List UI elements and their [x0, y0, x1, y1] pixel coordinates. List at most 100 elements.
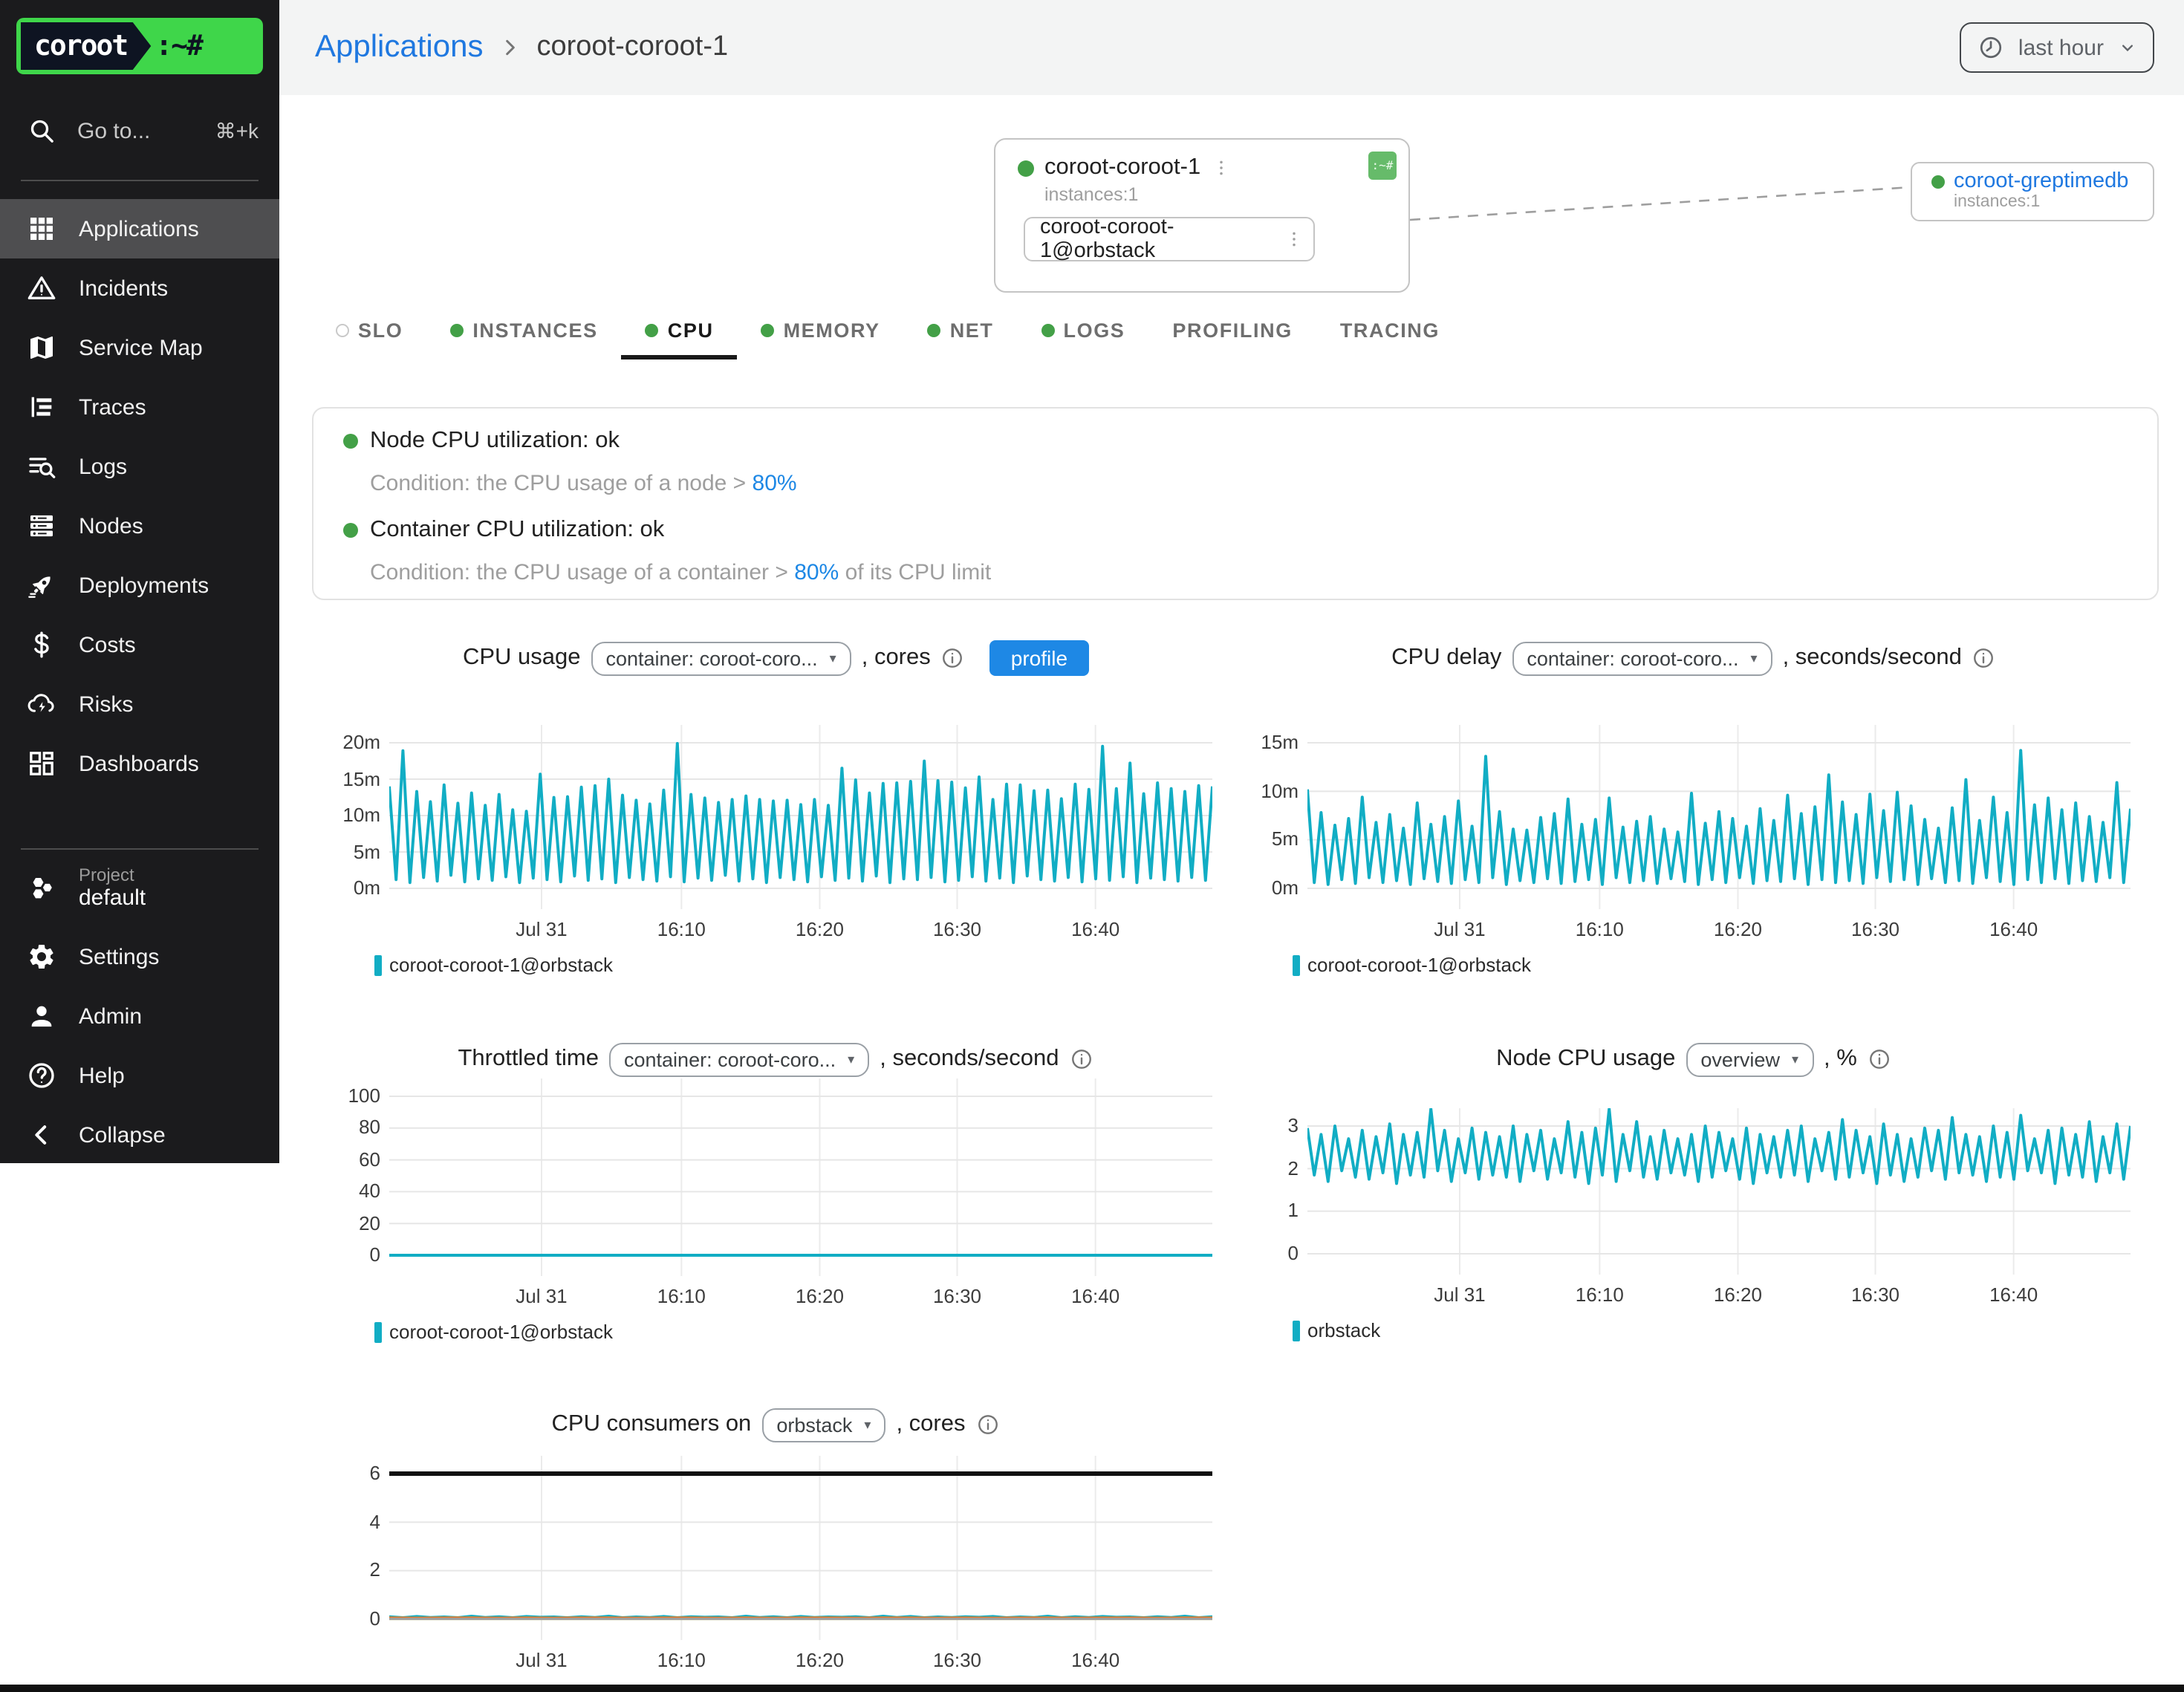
sidebar-item-help[interactable]: Help: [0, 1046, 279, 1105]
chart-select[interactable]: orbstack▾: [761, 1408, 885, 1442]
y-tick-label: 100: [348, 1084, 380, 1108]
condition-text: of its CPU limit: [839, 560, 991, 585]
condition-threshold[interactable]: 80%: [753, 471, 797, 496]
sidebar-item-settings[interactable]: Settings: [0, 927, 279, 986]
check-title-row: Container CPU utilization: ok: [343, 517, 2128, 544]
chart-header: CPU consumers onorbstack▾, cores: [339, 1405, 1212, 1444]
chart-legend: orbstack: [1293, 1319, 2131, 1341]
info-icon[interactable]: [1070, 1047, 1093, 1071]
tab-net[interactable]: NET: [904, 303, 1018, 357]
profile-button[interactable]: profile: [990, 640, 1088, 676]
status-dot: [1931, 175, 1945, 188]
dollar-icon: [27, 630, 56, 660]
status-dot: [343, 523, 358, 538]
instance-name: coroot-coroot-1@orbstack: [1040, 215, 1278, 263]
time-range-selector[interactable]: last hour: [1960, 22, 2154, 73]
project-name: default: [79, 885, 146, 912]
breadcrumb-applications[interactable]: Applications: [315, 30, 483, 65]
sidebar-item-service-map[interactable]: Service Map: [0, 318, 279, 377]
tab-slo[interactable]: SLO: [312, 303, 426, 357]
chart-canvas: [389, 1456, 1212, 1640]
chart-plot-area: 0246: [339, 1456, 1212, 1640]
sidebar-menu: ApplicationsIncidentsService MapTraces Lo…: [0, 199, 279, 793]
sidebar-item-admin[interactable]: Admin: [0, 986, 279, 1046]
dashboard-icon: [27, 749, 56, 778]
x-axis-labels: Jul 3116:1016:2016:3016:40: [389, 1649, 1212, 1673]
chart-throttled-time: Throttled timecontainer: coroot-coro...▾…: [339, 1040, 1212, 1343]
chart-legend: coroot-coroot-1@orbstack: [374, 954, 1212, 976]
alert-triangle-icon: [27, 273, 56, 303]
sidebar-item-costs[interactable]: Costs: [0, 615, 279, 674]
info-icon[interactable]: [975, 1413, 999, 1436]
chart-header: CPU delaycontainer: coroot-coro...▾, sec…: [1257, 639, 2131, 677]
check-condition: Condition: the CPU usage of a container …: [370, 560, 2128, 587]
chart-plot-area: 0m5m10m15m: [1257, 725, 2131, 909]
x-tick-label: 16:20: [1686, 918, 1790, 940]
chart-unit: , %: [1824, 1046, 1857, 1073]
sidebar: coroot :~# Go to... ⌘+k ApplicationsInci…: [0, 0, 279, 1163]
chart-line-coroot-coroot-1-orbstack: [389, 743, 1212, 882]
sidebar-item-logs[interactable]: Logs: [0, 437, 279, 496]
legend-item: coroot-coroot-1@orbstack: [374, 1321, 613, 1343]
x-axis-labels: Jul 3116:1016:2016:3016:40: [389, 1285, 1212, 1309]
peer-name[interactable]: coroot-greptimedb: [1954, 169, 2128, 193]
chart-header: Node CPU usageoverview▾, %: [1257, 1040, 2131, 1078]
kebab-menu-icon[interactable]: [1211, 157, 1232, 178]
info-icon[interactable]: [1972, 646, 1996, 670]
y-tick-label: 40: [359, 1179, 380, 1203]
sidebar-item-traces[interactable]: Traces: [0, 377, 279, 437]
sidebar-item-incidents[interactable]: Incidents: [0, 258, 279, 318]
sidebar-item-risks[interactable]: Risks: [0, 674, 279, 734]
status-dot: [928, 323, 941, 336]
y-tick-label: 5m: [1272, 828, 1299, 852]
kebab-menu-icon[interactable]: [1284, 229, 1304, 250]
legend-color: [374, 1321, 382, 1342]
x-tick-label: 16:40: [1962, 918, 2066, 940]
chart-plot-area: 020406080100: [339, 1078, 1212, 1276]
tab-memory[interactable]: MEMORY: [738, 303, 904, 357]
condition-threshold[interactable]: 80%: [794, 560, 839, 585]
x-tick-label: 16:10: [629, 1649, 733, 1671]
chart-cpu-consumers: CPU consumers onorbstack▾, cores 0246Jul …: [339, 1405, 1212, 1692]
tab-profiling[interactable]: PROFILING: [1148, 303, 1316, 357]
chart-select[interactable]: container: coroot-coro...▾: [609, 1042, 869, 1076]
go-to-search[interactable]: Go to... ⌘+k: [0, 101, 279, 160]
y-tick-label: 15m: [342, 767, 380, 791]
instance-box[interactable]: coroot-coroot-1@orbstack: [1024, 217, 1315, 261]
sidebar-item-label: Settings: [79, 944, 159, 969]
sidebar-item-label: Logs: [79, 454, 127, 479]
tab-instances[interactable]: INSTANCES: [426, 303, 621, 357]
chart-select[interactable]: container: coroot-coro...▾: [591, 641, 851, 675]
x-tick-label: 16:30: [906, 1285, 1010, 1307]
legend-item: coroot-coroot-1@orbstack: [1293, 954, 1531, 976]
page: Applications coroot-coroot-1 last hour c…: [0, 0, 2184, 1692]
status-dot: [761, 323, 775, 336]
sidebar-item-deployments[interactable]: Deployments: [0, 556, 279, 615]
sidebar-item-nodes[interactable]: Nodes: [0, 496, 279, 556]
check-title: Container CPU utilization: ok: [370, 517, 664, 544]
y-axis-labels: 0246: [339, 1456, 389, 1640]
chevron-down-icon: ▾: [1751, 650, 1758, 666]
tab-tracing[interactable]: TRACING: [1316, 303, 1463, 357]
chart-select[interactable]: container: coroot-coro...▾: [1512, 641, 1772, 675]
check-item: Node CPU utilization: okCondition: the C…: [343, 428, 2128, 498]
info-icon[interactable]: [1868, 1047, 1891, 1071]
coroot-logo[interactable]: coroot :~#: [16, 18, 263, 74]
tabs: SLOINSTANCESCPUMEMORYNETLOGSPROFILINGTRA…: [312, 303, 1463, 357]
sidebar-item-dashboards[interactable]: Dashboards: [0, 734, 279, 793]
tab-logs[interactable]: LOGS: [1018, 303, 1149, 357]
y-tick-label: 60: [359, 1148, 380, 1172]
condition-text: Condition: the CPU usage of a container …: [370, 560, 794, 585]
x-tick-label: Jul 31: [490, 1285, 594, 1307]
sidebar-item-applications[interactable]: Applications: [0, 199, 279, 258]
divider: [21, 180, 259, 181]
app-instances: instances:1: [1044, 184, 1408, 205]
tab-cpu[interactable]: CPU: [622, 303, 738, 357]
nodes-icon: [27, 511, 56, 541]
sidebar-project[interactable]: Project default: [0, 865, 279, 912]
y-tick-label: 0m: [1272, 876, 1299, 900]
chart-select[interactable]: overview▾: [1686, 1042, 1813, 1076]
status-dot: [336, 323, 349, 336]
sidebar-item-collapse[interactable]: Collapse: [0, 1105, 279, 1165]
info-icon[interactable]: [941, 646, 965, 670]
